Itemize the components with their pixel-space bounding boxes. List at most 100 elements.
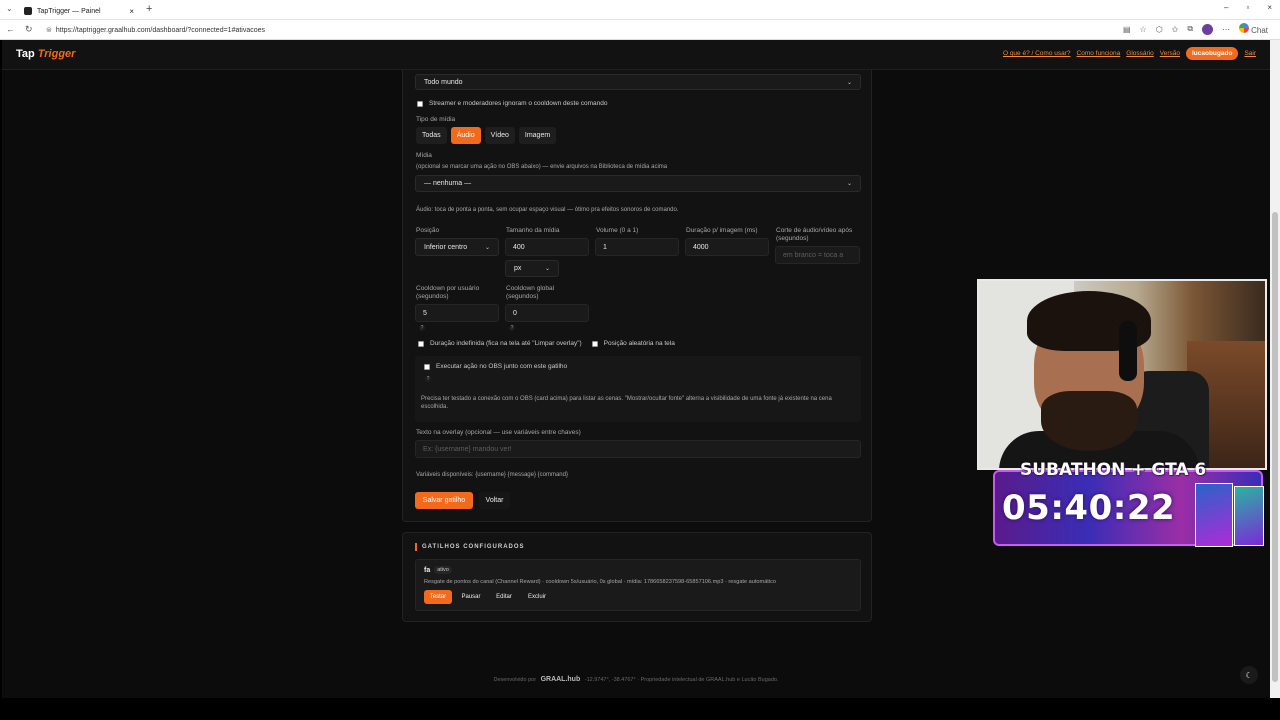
footer-developed-by: Desenvolvido por: [493, 677, 537, 683]
close-window-button[interactable]: ×: [1267, 3, 1272, 12]
duration-input[interactable]: 4000: [685, 238, 769, 256]
obs-hint: Precisa ter testado a conexão com o OBS …: [421, 396, 832, 410]
volume-input[interactable]: 1: [595, 238, 679, 256]
footer-rights: Propriedade intelectual de GRAAL.hub e L…: [640, 677, 779, 683]
tab-title: TapTrigger — Painel: [37, 7, 101, 15]
save-trigger-button[interactable]: Salvar gatilho: [415, 492, 473, 509]
address-bar-row: ← ↻ ⊜ https://taptrigger.graalhub.com/da…: [0, 20, 1280, 40]
chevron-down-icon: ⌄: [544, 266, 550, 272]
star-icon[interactable]: ☆: [1140, 25, 1147, 34]
chevron-down-icon: ⌄: [846, 181, 852, 187]
obs-action-label: Executar ação no OBS junto com este gati…: [436, 363, 568, 370]
footer-brand-logo[interactable]: GRAAL.hub: [541, 676, 581, 683]
volume-label: Volume (0 a 1): [596, 227, 639, 234]
nav-link-glossary[interactable]: Glossário: [1126, 50, 1153, 57]
media-type-segmented: Todas Áudio Vídeo Imagem: [416, 127, 557, 144]
global-cooldown-label: Cooldown global (segundos): [506, 285, 555, 300]
ignore-cooldown-row: Streamer e moderadores ignoram o cooldow…: [417, 100, 608, 107]
game-box-art-2: [1234, 486, 1264, 546]
site-info-icon[interactable]: ⊜: [46, 26, 52, 34]
user-cooldown-input[interactable]: 5: [415, 304, 499, 322]
subathon-title: SUBATHON + GTA 6: [1020, 460, 1207, 480]
section-accent-bar: [415, 543, 417, 551]
size-input[interactable]: 400: [505, 238, 589, 256]
user-button[interactable]: lucaobugado: [1185, 47, 1239, 60]
position-select[interactable]: Inferior centro ⌄: [415, 238, 499, 256]
configured-triggers-card: GATILHOS CONFIGURADOS fa ativo Resgate d…: [402, 532, 872, 622]
size-unit-select[interactable]: px ⌄: [505, 260, 559, 277]
position-label: Posição: [416, 227, 440, 234]
delete-button[interactable]: Excluir: [522, 590, 552, 604]
audience-select-value: Todo mundo: [424, 78, 463, 86]
browser-tab[interactable]: TapTrigger — Painel ×: [18, 2, 140, 20]
headphones-icon: [1119, 321, 1137, 381]
url-text: https://taptrigger.graalhub.com/dashboar…: [55, 26, 266, 34]
new-tab-button[interactable]: +: [146, 3, 152, 15]
site-footer: Desenvolvido por GRAAL.hub -12.9747°, -3…: [493, 676, 779, 683]
user-cooldown-help-icon[interactable]: ?: [419, 325, 425, 331]
reader-icon[interactable]: ▤: [1123, 25, 1131, 34]
audience-select[interactable]: Todo mundo ⌄: [415, 74, 861, 90]
random-position-checkbox[interactable]: [591, 340, 598, 347]
nav-link-what-is[interactable]: O que é? / Como usar?: [1003, 50, 1071, 57]
global-cooldown-help-icon[interactable]: ?: [509, 325, 515, 331]
window-controls: – ▫ ×: [1224, 3, 1272, 12]
duration-label: Duração p/ imagem (ms): [686, 227, 758, 234]
logout-link[interactable]: Sair: [1244, 50, 1256, 57]
random-position-label: Posição aleatória na tela: [603, 340, 675, 347]
obs-action-row: Executar ação no OBS junto com este gati…: [424, 363, 567, 370]
chevron-down-icon: ⌄: [484, 244, 490, 251]
minimize-button[interactable]: –: [1224, 3, 1228, 12]
obs-help-icon[interactable]: ?: [425, 376, 431, 382]
cut-input[interactable]: em branco = toca a: [775, 246, 860, 264]
site-logo[interactable]: Tap Trigger: [16, 48, 75, 60]
media-type-video[interactable]: Vídeo: [484, 127, 515, 144]
global-cooldown-input[interactable]: 0: [505, 304, 589, 322]
test-button[interactable]: Testar: [424, 590, 452, 604]
indefinite-checkbox[interactable]: [418, 340, 424, 347]
theme-toggle-moon-icon[interactable]: ☾: [1240, 666, 1258, 684]
tab-close-icon[interactable]: ×: [129, 7, 134, 16]
favorites-icon[interactable]: ✩: [1172, 25, 1179, 34]
maximize-button[interactable]: ▫: [1246, 3, 1249, 12]
tab-list-chevron-icon[interactable]: ⌄: [6, 4, 13, 13]
media-type-audio[interactable]: Áudio: [450, 127, 481, 144]
trigger-item-head: fa ativo: [424, 566, 452, 574]
obs-action-box: Executar ação no OBS junto com este gati…: [415, 356, 861, 422]
url-field[interactable]: ⊜ https://taptrigger.graalhub.com/dashbo…: [40, 23, 1100, 37]
overlay-text-input[interactable]: Ex: {username} mandou ver!: [415, 440, 861, 458]
back-arrow-icon[interactable]: ←: [6, 24, 15, 35]
favicon-icon: [24, 7, 32, 15]
back-button[interactable]: Voltar: [479, 492, 510, 509]
more-icon[interactable]: ⋯: [1222, 25, 1230, 34]
logo-part-trigger: Trigger: [37, 48, 76, 60]
profile-avatar[interactable]: [1202, 23, 1214, 35]
obs-action-checkbox[interactable]: [424, 363, 430, 370]
options-row: Duração indefinida (fica na tela até "Li…: [418, 340, 675, 347]
size-label: Tamanho da mídia: [506, 227, 560, 234]
browser-toolbar: ▤ ☆ ⬡ ✩ ⧉ ⋯ Chat: [1123, 23, 1268, 35]
pause-button[interactable]: Pausar: [456, 590, 486, 604]
nav-link-version[interactable]: Versão: [1160, 50, 1180, 57]
logo-part-tap: Tap: [16, 48, 35, 60]
trigger-name: fa: [424, 566, 431, 574]
section-header: GATILHOS CONFIGURADOS: [415, 543, 525, 551]
ignore-cooldown-checkbox[interactable]: [417, 100, 423, 107]
status-badge: ativo: [434, 566, 452, 574]
nav-link-how-it-works[interactable]: Como funciona: [1077, 50, 1121, 57]
trigger-actions: Testar Pausar Editar Excluir: [424, 590, 552, 604]
reload-icon[interactable]: ↻: [25, 24, 33, 35]
edit-button[interactable]: Editar: [490, 590, 518, 604]
media-type-all[interactable]: Todas: [416, 127, 447, 144]
media-type-image[interactable]: Imagem: [518, 127, 557, 144]
scrollbar-thumb[interactable]: [1272, 212, 1278, 682]
media-select[interactable]: — nenhuma — ⌄: [415, 175, 861, 192]
trigger-form-card: Todo mundo ⌄ Streamer e moderadores ignor…: [402, 70, 872, 522]
chat-icon: [1239, 23, 1250, 33]
chevron-down-icon: ⌄: [846, 79, 852, 86]
page-scrollbar[interactable]: [1270, 40, 1280, 698]
nav-buttons: ← ↻: [6, 24, 33, 35]
extensions-icon[interactable]: ⬡: [1156, 25, 1163, 34]
collections-icon[interactable]: ⧉: [1187, 24, 1193, 34]
chat-button[interactable]: Chat: [1239, 23, 1268, 35]
